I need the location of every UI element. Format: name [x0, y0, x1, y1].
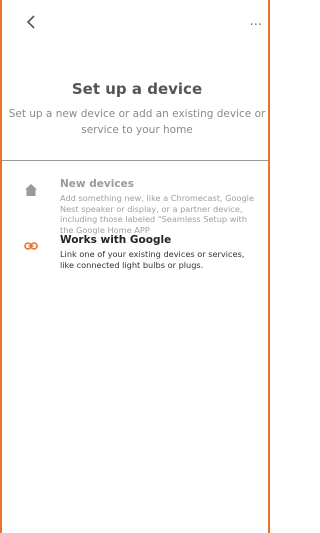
page-subtitle: Set up a new device or add an existing d…	[8, 108, 266, 136]
page-title: Set up a device	[71, 80, 203, 98]
option-title: New devices	[60, 178, 134, 190]
home-icon	[24, 182, 38, 196]
option-description: Add something new, like a Chromecast, Go…	[60, 193, 254, 235]
more-options-icon[interactable]: ...	[250, 14, 262, 29]
link-icon	[24, 238, 38, 252]
option-description: Link one of your existing devices or ser…	[60, 249, 245, 270]
option-title: Works with Google	[60, 234, 172, 246]
option-works-with-google[interactable]: Works with Google Link one of your exist…	[0, 232, 270, 282]
top-bar: ...	[0, 0, 274, 40]
back-chevron-icon[interactable]	[22, 12, 42, 32]
divider	[2, 160, 268, 161]
